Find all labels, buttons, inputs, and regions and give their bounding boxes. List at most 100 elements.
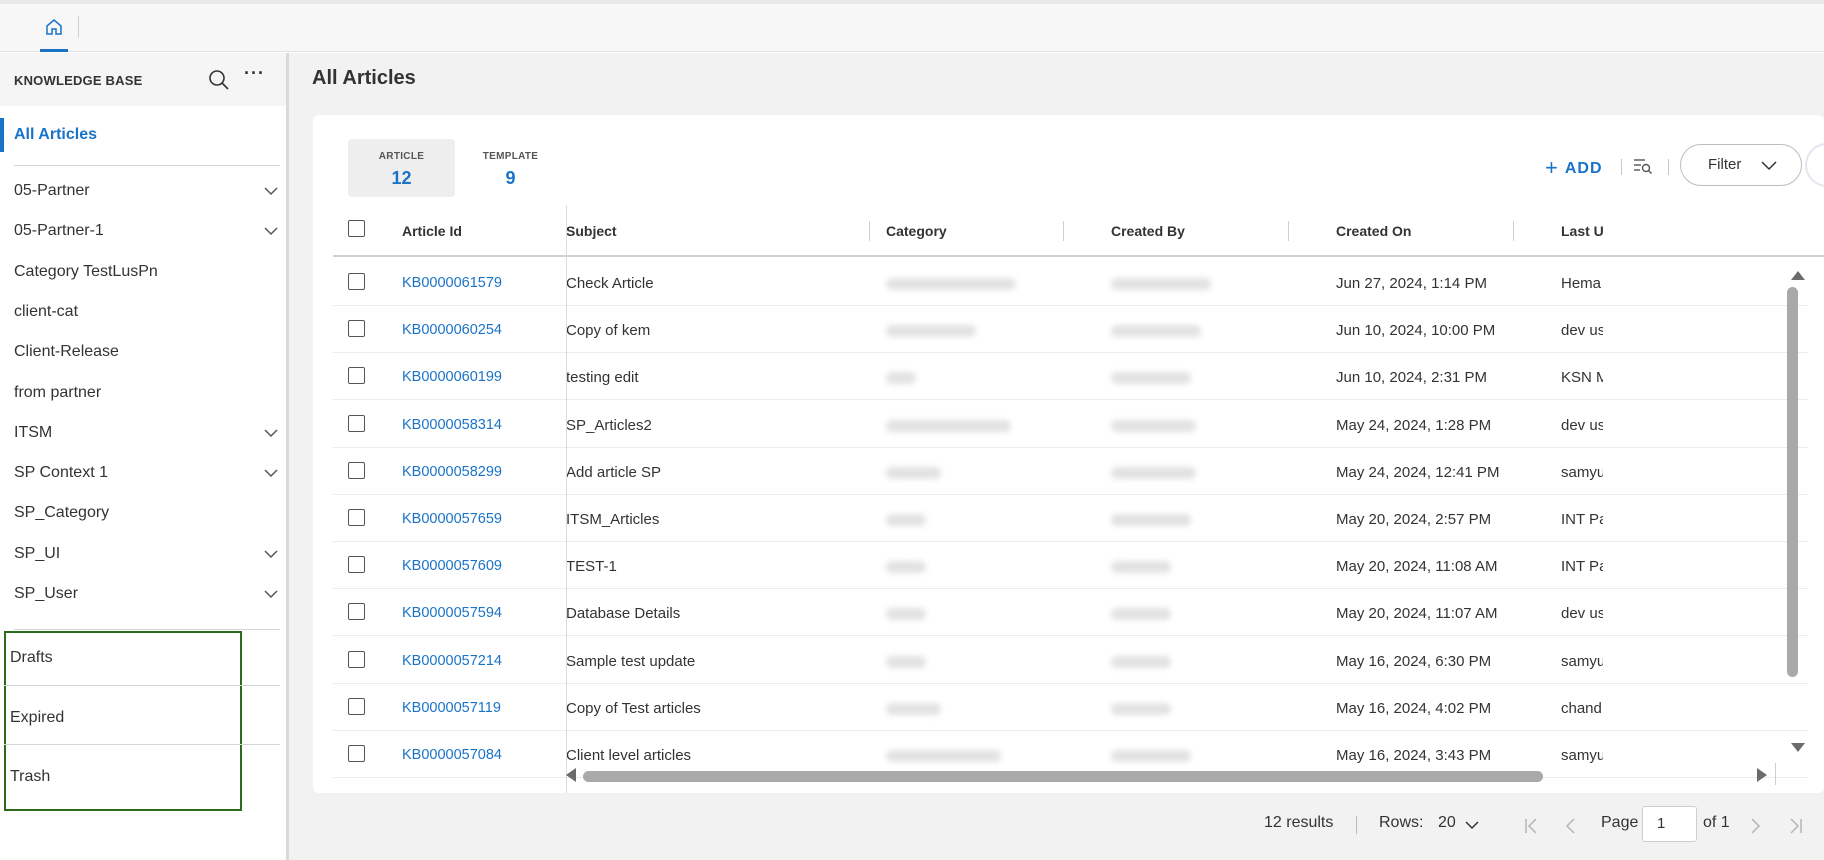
table-row[interactable]: KB0000057609 TEST-1 May 20, 2024, 11:08 AM… (333, 542, 1808, 590)
next-page-icon[interactable] (1751, 818, 1761, 834)
more-options-icon[interactable]: ··· (244, 63, 265, 84)
created-by-cell-redacted (1111, 419, 1196, 432)
list-search-icon[interactable] (1633, 157, 1653, 175)
chevron-down-icon[interactable] (264, 187, 278, 196)
sidebar-item-category[interactable]: SP_User (14, 579, 280, 609)
tab-article[interactable]: ARTICLE 12 (348, 139, 455, 197)
main-panel: All Articles ARTICLE 12 TEMPLATE 9 + ADD … (289, 53, 1824, 860)
subject-cell: Add article SP (566, 463, 662, 481)
column-separator[interactable] (869, 221, 870, 241)
row-checkbox[interactable] (348, 320, 365, 338)
separator (1668, 159, 1669, 175)
sidebar-item-drafts[interactable]: Drafts (10, 649, 53, 667)
sidebar-item-label: 05-Partner (14, 182, 90, 199)
table-row[interactable]: KB0000058299 Add article SP May 24, 2024, … (333, 448, 1808, 495)
sidebar-item-category[interactable]: ITSM (14, 418, 280, 448)
article-id-link[interactable]: KB0000058299 (402, 464, 502, 480)
sidebar-item-all-articles[interactable]: All Articles (0, 118, 280, 152)
rows-per-page-select[interactable]: 20 (1438, 814, 1456, 832)
row-checkbox[interactable] (348, 414, 365, 432)
chevron-down-icon[interactable] (264, 590, 278, 599)
table-row[interactable]: KB0000057119 Copy of Test articles May 16,… (333, 684, 1808, 731)
column-header-created-by[interactable]: Created By (1111, 223, 1185, 239)
sidebar-item-category[interactable]: client-cat (14, 297, 280, 327)
article-id-link[interactable]: KB0000057119 (402, 700, 501, 716)
table-row[interactable]: KB0000058314 SP_Articles2 May 24, 2024, 1:… (333, 401, 1808, 448)
row-checkbox[interactable] (348, 556, 365, 574)
row-checkbox[interactable] (348, 650, 365, 668)
column-header-category[interactable]: Category (886, 223, 947, 239)
sidebar-item-category[interactable]: SP_UI (14, 539, 280, 569)
column-header-subject[interactable]: Subject (566, 223, 617, 239)
row-checkbox[interactable] (348, 697, 365, 715)
category-cell-redacted (886, 750, 1001, 762)
select-all-checkbox[interactable] (348, 220, 365, 237)
created-on-cell: May 20, 2024, 2:57 PM (1336, 511, 1492, 528)
chevron-down-icon[interactable] (264, 469, 278, 478)
row-checkbox[interactable] (348, 509, 365, 526)
scroll-right-arrow-icon[interactable] (1757, 768, 1767, 782)
home-tab[interactable] (40, 12, 68, 52)
sidebar-item-category[interactable]: Client-Release (14, 337, 280, 367)
scroll-up-arrow-icon[interactable] (1791, 271, 1805, 280)
sidebar-item-expired[interactable]: Expired (10, 709, 64, 727)
article-id-link[interactable]: KB0000057214 (402, 653, 502, 669)
side-panel-toggle[interactable] (1805, 143, 1824, 187)
article-id-link[interactable]: KB0000058314 (402, 417, 502, 433)
column-separator[interactable] (1063, 221, 1064, 241)
last-updated-cell: INT Pa (1561, 558, 1603, 576)
article-id-link[interactable]: KB0000057659 (402, 511, 502, 527)
table-row[interactable]: KB0000061579 Check Article Jun 27, 2024, 1… (333, 259, 1808, 306)
table-row[interactable]: KB0000060254 Copy of kem Jun 10, 2024, 10:… (333, 306, 1808, 354)
row-checkbox[interactable] (348, 461, 365, 479)
chevron-down-icon[interactable] (1465, 821, 1479, 830)
last-updated-cell: chand (1561, 699, 1602, 717)
article-id-link[interactable]: KB0000057084 (402, 747, 502, 763)
article-id-link[interactable]: KB0000060199 (402, 369, 502, 385)
horizontal-scrollbar[interactable] (583, 771, 1543, 782)
table-row[interactable]: KB0000057659 ITSM_Articles May 20, 2024, 2… (333, 495, 1808, 542)
created-on-cell: May 16, 2024, 4:02 PM (1336, 699, 1492, 717)
column-separator[interactable] (1513, 221, 1514, 241)
column-header-created-on[interactable]: Created On (1336, 223, 1411, 239)
column-separator[interactable] (1288, 221, 1289, 241)
table-row[interactable]: KB0000057214 Sample test update May 16, 20… (333, 637, 1808, 684)
sidebar-item-category[interactable]: from partner (14, 378, 280, 408)
chevron-down-icon[interactable] (264, 429, 278, 438)
column-header-last-updated[interactable]: Last U (1561, 223, 1604, 239)
table-row[interactable]: KB0000060199 testing edit Jun 10, 2024, 2:… (333, 353, 1808, 401)
last-updated-cell: dev us (1561, 605, 1603, 623)
created-by-cell-redacted (1111, 466, 1196, 479)
chevron-down-icon[interactable] (264, 550, 278, 559)
article-id-link[interactable]: KB0000060254 (402, 322, 502, 338)
search-icon[interactable] (208, 69, 230, 91)
page-number-input[interactable]: 1 (1642, 806, 1697, 842)
scroll-left-arrow-icon[interactable] (566, 768, 576, 782)
row-checkbox[interactable] (348, 745, 365, 762)
add-button[interactable]: + ADD (1545, 155, 1603, 181)
chevron-down-icon[interactable] (264, 227, 278, 236)
sidebar-item-category[interactable]: 05-Partner-1 (14, 216, 280, 246)
vertical-scrollbar[interactable] (1787, 287, 1798, 677)
tab-template[interactable]: TEMPLATE 9 (457, 139, 564, 197)
row-checkbox[interactable] (348, 273, 365, 290)
subject-cell: SP_Articles2 (566, 416, 652, 434)
category-cell-redacted (886, 278, 1016, 290)
sidebar-item-category[interactable]: Category TestLusPn (14, 257, 280, 287)
filter-button[interactable]: Filter (1680, 144, 1802, 186)
row-checkbox[interactable] (348, 367, 365, 385)
article-id-link[interactable]: KB0000057594 (402, 605, 502, 621)
sidebar-item-trash[interactable]: Trash (10, 768, 50, 786)
sidebar-item-category[interactable]: 05-Partner (14, 176, 280, 206)
table-row[interactable]: KB0000057594 Database Details May 20, 2024… (333, 589, 1808, 637)
scroll-down-arrow-icon[interactable] (1791, 743, 1805, 752)
last-page-icon[interactable] (1789, 818, 1803, 834)
article-id-link[interactable]: KB0000057609 (402, 558, 502, 574)
row-checkbox[interactable] (348, 603, 365, 621)
previous-page-icon[interactable] (1565, 818, 1575, 834)
first-page-icon[interactable] (1524, 818, 1538, 834)
sidebar-item-category[interactable]: SP_Category (14, 498, 280, 528)
column-header-article-id[interactable]: Article Id (402, 223, 462, 239)
sidebar-item-category[interactable]: SP Context 1 (14, 458, 280, 488)
article-id-link[interactable]: KB0000061579 (402, 275, 502, 291)
